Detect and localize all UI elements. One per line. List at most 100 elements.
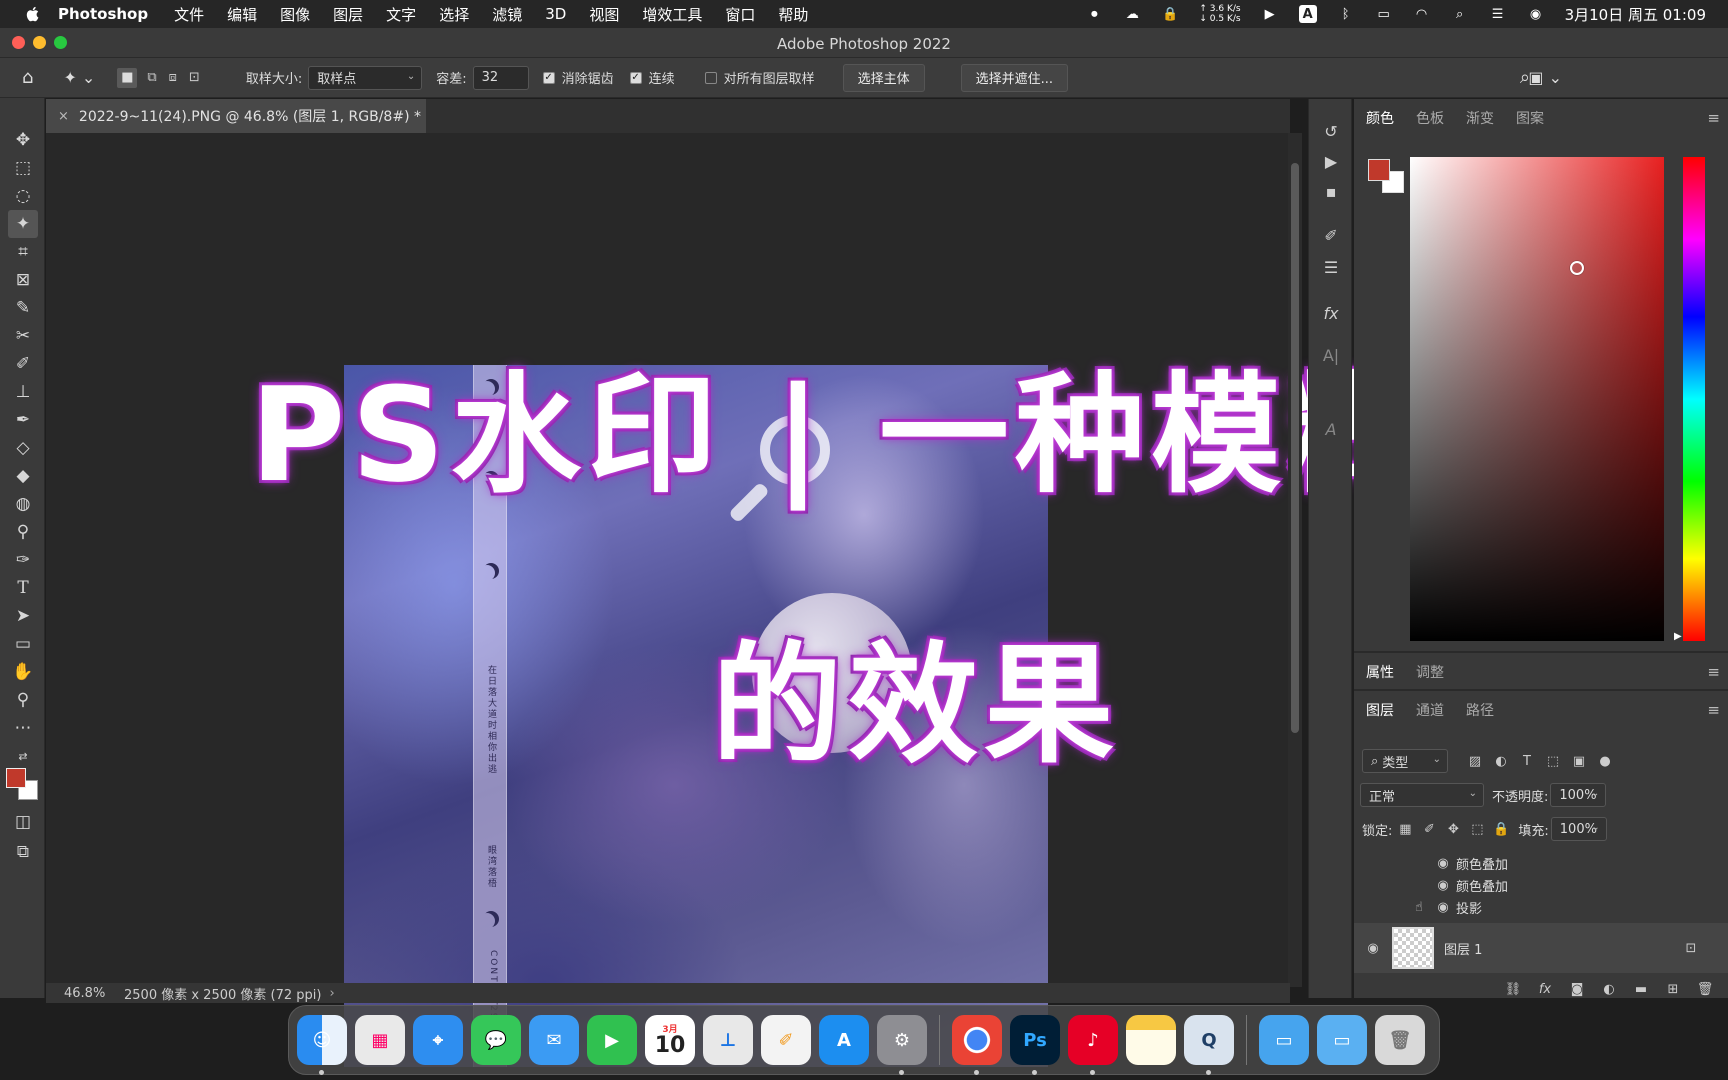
fill-input[interactable]: 100% ⌄ [1550,817,1607,841]
dock-notes[interactable] [1126,1015,1176,1065]
tab-swatches[interactable]: 色板 [1416,108,1444,128]
select-and-mask-button[interactable]: 选择并遮住... [960,63,1069,92]
dock-folder[interactable]: ▭ [1259,1015,1309,1065]
select-subject-button[interactable]: 选择主体 [842,63,925,92]
eyedropper-tool-icon[interactable]: ✎ [8,294,38,322]
lock-artboard-icon[interactable]: ⬚ [1468,820,1486,838]
panel-menu-icon[interactable]: ≡ [1707,701,1720,719]
magic-wand-tool-icon[interactable]: ✦ [8,210,38,238]
apple-icon[interactable] [24,5,42,23]
menu-3d[interactable]: 3D [545,5,566,23]
tab-paths[interactable]: 路径 [1466,700,1494,720]
menu-filter[interactable]: 滤镜 [492,4,522,25]
blur-tool-icon[interactable]: ◍ [8,490,38,518]
character-icon[interactable]: A| [1319,343,1343,367]
lock-image-icon[interactable]: ✐ [1420,820,1438,838]
menu-help[interactable]: 帮助 [778,4,808,25]
tab-color[interactable]: 颜色 [1366,108,1394,128]
intersect-selection-icon[interactable]: ⊡ [189,70,200,85]
history-brush-tool-icon[interactable]: ✒ [8,406,38,434]
zoom-tool-icon[interactable]: ⚲ [8,686,38,714]
tab-patterns[interactable]: 图案 [1516,108,1544,128]
menu-window[interactable]: 窗口 [725,4,755,25]
bluetooth-icon[interactable]: ᛒ [1337,5,1355,23]
dock-launchpad[interactable]: ▦ [355,1015,405,1065]
menu-view[interactable]: 视图 [589,4,619,25]
dock-folder[interactable]: ▭ [1317,1015,1367,1065]
filter-adjustment-icon[interactable]: ◐ [1492,752,1510,770]
sample-size-select[interactable]: 取样点 ⌄ [308,65,423,90]
blend-mode-select[interactable]: 正常 ⌄ [1360,783,1484,807]
filter-smart-object-icon[interactable]: ▣ [1570,752,1588,770]
styles-fx-icon[interactable]: fx [1319,301,1343,325]
magic-wand-preset-icon[interactable]: ✦ ⌄ [63,68,95,87]
lasso-tool-icon[interactable]: ◌ [8,182,38,210]
filter-toggle-icon[interactable]: ● [1596,752,1614,770]
tab-layers[interactable]: 图层 [1366,700,1394,720]
tolerance-input[interactable]: 32 [472,65,529,90]
dock-chrome[interactable] [952,1015,1002,1075]
quick-mask-icon[interactable]: ◫ [8,808,38,836]
crop-tool-icon[interactable]: ⌗ [8,238,38,266]
dock-pages[interactable]: ✐ [761,1015,811,1065]
input-method-icon[interactable]: A [1298,5,1317,23]
link-layers-icon[interactable]: ⛓ [1504,980,1522,998]
menu-plugins[interactable]: 增效工具 [642,4,702,25]
paragraph-icon[interactable]: A [1319,417,1343,441]
more-tools-icon[interactable]: ⋯ [8,714,38,742]
effect-row[interactable]: ◉ 颜色叠加 [1354,853,1728,873]
wifi-icon[interactable]: ◠ [1413,5,1431,23]
adjustment-layer-icon[interactable]: ◐ [1600,980,1618,998]
dock-system-settings[interactable]: ⚙ [877,1015,927,1075]
add-selection-icon[interactable]: ⧉ [147,70,156,85]
eye-icon[interactable]: ◉ [1364,939,1382,957]
menu-image[interactable]: 图像 [280,4,310,25]
panel-menu-icon[interactable]: ≡ [1707,663,1720,681]
dock-quicktime[interactable]: Q [1184,1015,1234,1075]
contiguous-checkbox[interactable]: ✓ [629,71,642,84]
type-tool-icon[interactable]: T [8,574,38,602]
actions-play-icon[interactable]: ▶ [1319,149,1343,173]
effect-row[interactable]: ◉ 颜色叠加 [1354,875,1728,895]
move-tool-icon[interactable]: ✥ [8,126,38,154]
layer-filter-select[interactable]: ⌕ 类型 ⌄ [1362,749,1448,773]
dock-netease-music[interactable]: ♪ [1068,1015,1118,1075]
play-icon[interactable]: ▶ [1261,5,1279,23]
filter-pixel-icon[interactable]: ▨ [1466,752,1484,770]
fx-icon[interactable]: fx [1536,980,1554,998]
paint-bucket-tool-icon[interactable]: ◆ [8,462,38,490]
history-icon[interactable]: ↺ [1319,119,1343,143]
menu-datetime[interactable]: 3月10日 周五 01:09 [1565,4,1706,25]
color-picker-cursor[interactable] [1570,261,1584,275]
siri-icon[interactable]: ◉ [1527,5,1545,23]
all-layers-checkbox[interactable] [704,71,717,84]
creative-cloud-icon[interactable]: ☁ [1123,5,1141,23]
tab-channels[interactable]: 通道 [1416,700,1444,720]
dock-keynote[interactable]: ⊥ [703,1015,753,1065]
eraser-tool-icon[interactable]: ◇ [8,434,38,462]
menu-edit[interactable]: 编辑 [227,4,257,25]
subtract-selection-icon[interactable]: ⧈ [169,70,177,85]
dock-finder[interactable]: ☺ [297,1015,347,1075]
dock-messages[interactable]: 💬 [471,1015,521,1065]
vertical-scroll-thumb[interactable] [1291,163,1299,733]
chevron-right-icon[interactable]: › [329,986,334,1001]
antialias-checkbox[interactable]: ✓ [542,71,555,84]
zoom-level[interactable]: 46.8% [64,986,122,1001]
healing-tool-icon[interactable]: ✂ [8,322,38,350]
filter-shape-icon[interactable]: ⬚ [1544,752,1562,770]
layer-name[interactable]: 图层 1 [1444,939,1482,958]
new-layer-icon[interactable]: ⊞ [1664,980,1682,998]
hand-tool-icon[interactable]: ✋ [8,658,38,686]
new-group-icon[interactable]: ▬ [1632,980,1650,998]
eye-icon[interactable]: ◉ [1434,854,1452,872]
dock-calendar[interactable]: 3月 10 [645,1015,695,1065]
control-center-icon[interactable]: ☰ [1489,5,1507,23]
menu-select[interactable]: 选择 [439,4,469,25]
lock-position-icon[interactable]: ✥ [1444,820,1462,838]
effect-row[interactable]: ☝ ◉ 投影 [1354,897,1728,917]
tab-adjustments[interactable]: 调整 [1416,662,1444,682]
dodge-tool-icon[interactable]: ⚲ [8,518,38,546]
opacity-input[interactable]: 100% ⌄ [1550,783,1607,807]
layer-row[interactable]: ◉ 图层 1 ⊡ [1354,923,1728,973]
